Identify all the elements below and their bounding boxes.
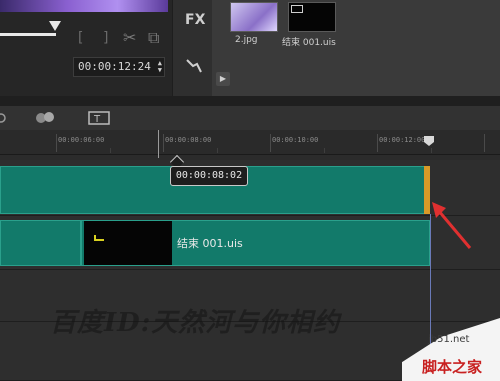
clip-type-icon: [94, 235, 104, 241]
cut-icon[interactable]: ✂: [123, 28, 136, 47]
ruler-tick: [484, 134, 485, 152]
hover-cursor-line: [158, 130, 159, 158]
library-thumbnail-video[interactable]: [288, 2, 336, 32]
clip-label: 结束 001.uis: [177, 237, 243, 250]
ruler-tick: [270, 134, 271, 152]
preview-panel: [ ] ✂ ⧉ 00:00:12:24 ▲ ▼: [0, 0, 172, 96]
time-tooltip: 00:00:08:02: [170, 166, 248, 186]
motion-path-icon[interactable]: [185, 58, 203, 74]
expand-arrow-icon[interactable]: ▶: [216, 72, 230, 86]
preview-scrub-bar[interactable]: [0, 33, 56, 36]
clip-boundary: [80, 221, 82, 265]
library-item-label: 结束 001.uis: [282, 38, 336, 48]
ruler-label: 00:00:06:00: [58, 136, 105, 144]
panel-divider: [0, 96, 500, 106]
ruler-tick: [377, 134, 378, 152]
ruler-tick: [56, 134, 57, 152]
annotation-arrow-icon: [432, 202, 472, 249]
site-logo: jb51.net 脚本之家: [402, 300, 500, 381]
site-domain: jb51.net: [428, 334, 470, 345]
clip-thumbnail: [84, 221, 172, 265]
ruler-tick: [431, 148, 432, 153]
mark-in-button[interactable]: [: [76, 30, 84, 46]
preview-image: [0, 0, 168, 12]
site-name: 脚本之家: [422, 358, 483, 376]
effects-sidebar: FX: [172, 0, 212, 96]
timeline-toolbar: T: [0, 106, 500, 130]
timecode-value: 00:00:12:24: [78, 60, 151, 73]
mixer-icon[interactable]: [33, 110, 61, 126]
film-icon: [291, 5, 303, 13]
marker-icon[interactable]: [0, 110, 8, 126]
fx-button[interactable]: FX: [185, 12, 205, 28]
video-editor-window: [ ] ✂ ⧉ 00:00:12:24 ▲ ▼ FX 2.jpg 结束 001.u…: [0, 0, 500, 381]
scrub-handle[interactable]: [49, 21, 61, 31]
svg-text:T: T: [93, 114, 101, 125]
library-item-label: 2.jpg: [235, 35, 258, 45]
ruler-tick: [324, 148, 325, 153]
copy-icon[interactable]: ⧉: [148, 28, 159, 48]
title-icon[interactable]: T: [88, 110, 110, 126]
library-thumbnail-image[interactable]: [230, 2, 278, 32]
ruler-tick: [163, 134, 164, 152]
ruler-tick: [217, 148, 218, 153]
timecode-spinner-icon[interactable]: ▲ ▼: [158, 60, 162, 74]
media-library: 2.jpg 结束 001.uis ▶: [212, 0, 500, 96]
ruler-tick: [110, 148, 111, 153]
watermark-text: 百度ID:天然河与你相约: [50, 308, 341, 338]
ruler-label: 00:00:12:00: [379, 136, 426, 144]
ruler-label: 00:00:08:00: [165, 136, 212, 144]
ruler-label: 00:00:10:00: [272, 136, 319, 144]
timecode-field[interactable]: 00:00:12:24 ▲ ▼: [73, 57, 165, 77]
mark-out-button[interactable]: ]: [102, 30, 110, 46]
